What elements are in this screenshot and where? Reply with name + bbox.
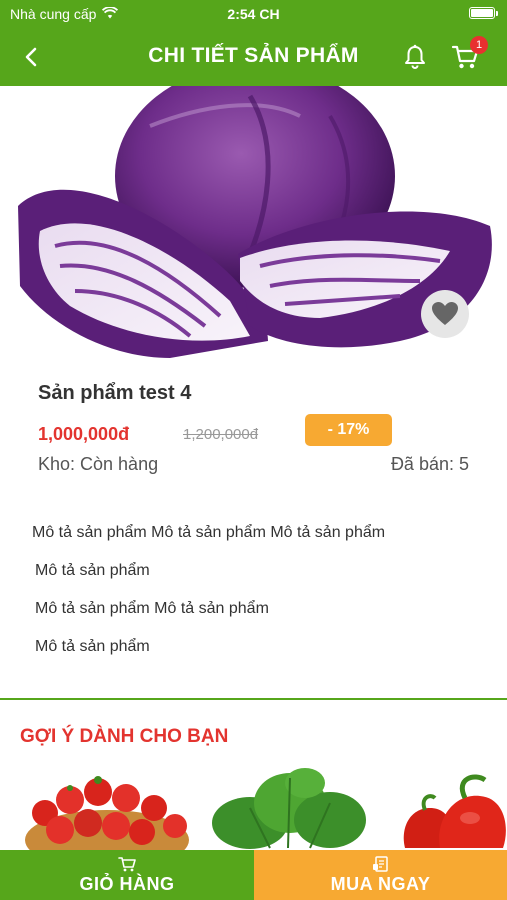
battery-icon bbox=[469, 7, 498, 19]
bottom-action-bar: GIỎ HÀNG MUA NGAY bbox=[0, 850, 507, 900]
bell-icon bbox=[405, 44, 425, 69]
status-bar: Nhà cung cấp 2:54 CH bbox=[0, 0, 507, 28]
product-price: 1,000,000đ bbox=[38, 424, 130, 444]
description-line: Mô tả sản phẩm Mô tả sản phẩm bbox=[35, 600, 269, 617]
suggestion-item-tomatoes[interactable] bbox=[20, 768, 195, 850]
heart-icon bbox=[432, 302, 458, 325]
tomatoes-image bbox=[25, 776, 189, 850]
section-divider bbox=[0, 698, 507, 700]
discount-badge: - 17% bbox=[305, 414, 392, 446]
cart-button[interactable]: 1 bbox=[448, 36, 488, 74]
spinach-image bbox=[212, 768, 366, 849]
favorite-button[interactable] bbox=[421, 290, 469, 338]
peppers-image bbox=[403, 774, 506, 848]
suggestions-list bbox=[0, 768, 507, 850]
suggestion-item-peppers[interactable] bbox=[395, 768, 507, 850]
status-time: 2:54 CH bbox=[227, 6, 280, 22]
product-old-price: 1,200,000đ bbox=[183, 426, 259, 443]
product-name: Sản phẩm test 4 bbox=[38, 382, 192, 404]
add-to-cart-button[interactable]: GIỎ HÀNG bbox=[0, 850, 254, 900]
battery-level bbox=[471, 9, 493, 17]
suggestions-title: GỢI Ý DÀNH CHO BẠN bbox=[20, 726, 229, 747]
product-description: Mô tả sản phẩm Mô tả sản phẩm Mô tả sản … bbox=[32, 523, 492, 675]
description-line: Mô tả sản phẩm bbox=[35, 638, 150, 655]
buy-now-label: MUA NGAY bbox=[330, 873, 431, 894]
cart-icon bbox=[118, 856, 136, 871]
cart-count-badge: 1 bbox=[470, 36, 488, 54]
sold-count: Đã bán: 5 bbox=[390, 454, 469, 474]
app-header: Nhà cung cấp 2:54 CH CHI TIẾT SẢN PHẨM 1 bbox=[0, 0, 507, 86]
add-to-cart-label: GIỎ HÀNG bbox=[79, 873, 175, 894]
stock-status: Kho: Còn hàng bbox=[38, 454, 159, 474]
notification-button[interactable] bbox=[400, 42, 430, 72]
nav-bar: CHI TIẾT SẢN PHẨM 1 bbox=[0, 30, 507, 86]
description-line: Mô tả sản phẩm Mô tả sản phẩm Mô tả sản … bbox=[32, 524, 386, 541]
suggestion-item-spinach[interactable] bbox=[210, 768, 370, 850]
page-title: CHI TIẾT SẢN PHẨM bbox=[148, 44, 359, 67]
receipt-icon bbox=[372, 855, 388, 872]
description-line: Mô tả sản phẩm bbox=[35, 562, 150, 579]
buy-now-button[interactable]: MUA NGAY bbox=[254, 850, 507, 900]
